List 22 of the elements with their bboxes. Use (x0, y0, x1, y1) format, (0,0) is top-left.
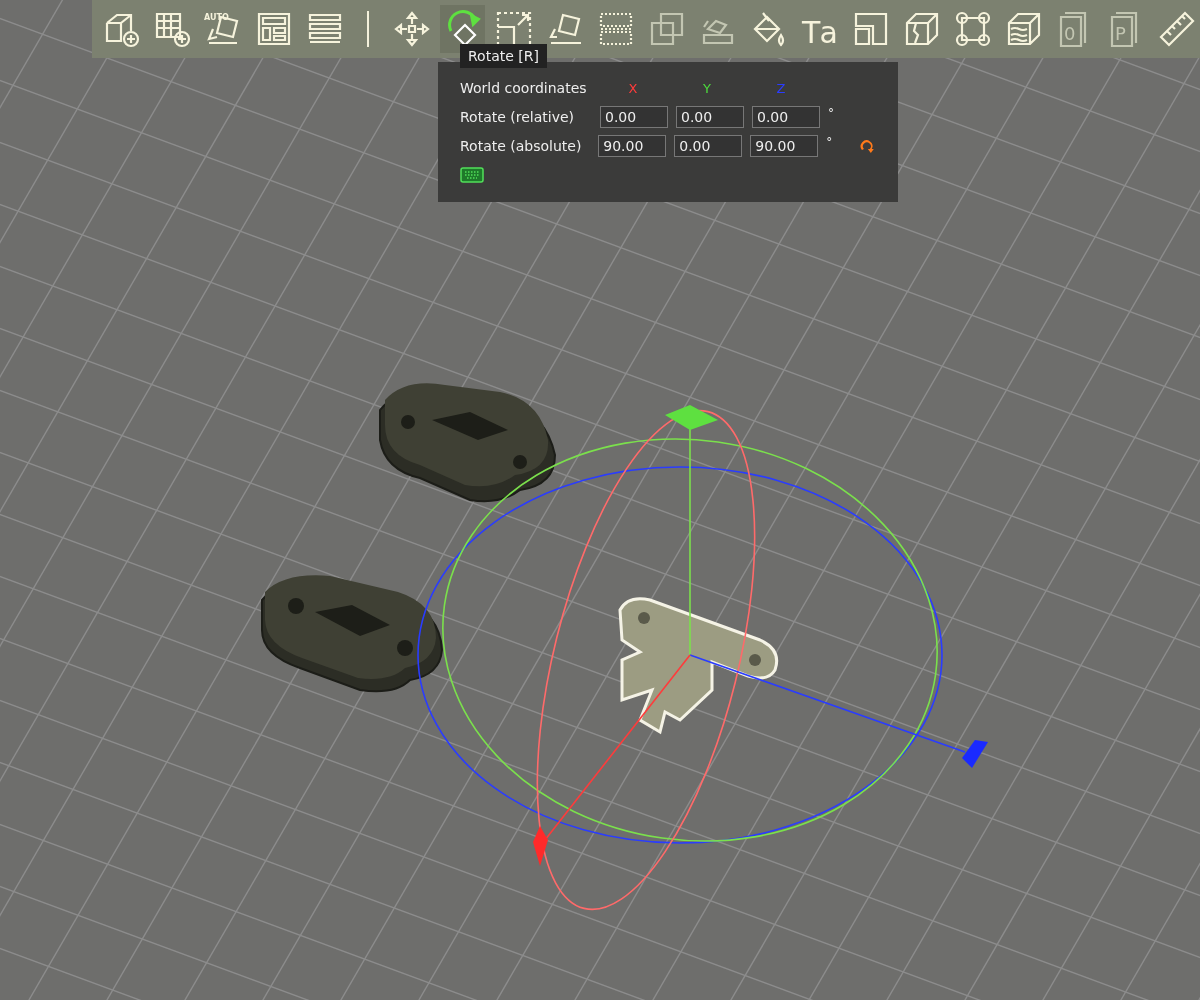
degree-unit: ° (826, 135, 833, 149)
keyboard-icon[interactable] (460, 167, 484, 183)
printed-part-drawing[interactable] (261, 575, 443, 693)
angle-input[interactable]: 90.00 (750, 135, 819, 157)
rotation-gizmo[interactable] (417, 405, 988, 910)
axis-label: X (627, 80, 639, 96)
axis-label: Y (702, 80, 712, 96)
tooltip: Rotate [R] (460, 44, 547, 68)
printed-part-drawing[interactable] (379, 383, 556, 503)
row-label: Rotate (absolute) (460, 138, 583, 154)
angle-input[interactable]: 0.00 (752, 106, 820, 128)
angle-input[interactable]: 0.00 (676, 106, 744, 128)
degree-unit: ° (828, 106, 834, 120)
panel-heading: World coordinates (460, 80, 588, 96)
axis-label: Z (775, 80, 787, 96)
angle-input[interactable]: 0.00 (674, 135, 743, 157)
angle-input[interactable]: 90.00 (598, 135, 667, 157)
reset-icon[interactable] (858, 137, 876, 155)
angle-input[interactable]: 0.00 (600, 106, 668, 128)
rotate-tool-button[interactable] (440, 5, 486, 53)
selected-part-drawing[interactable] (618, 597, 779, 734)
row-label: Rotate (relative) (460, 109, 576, 125)
